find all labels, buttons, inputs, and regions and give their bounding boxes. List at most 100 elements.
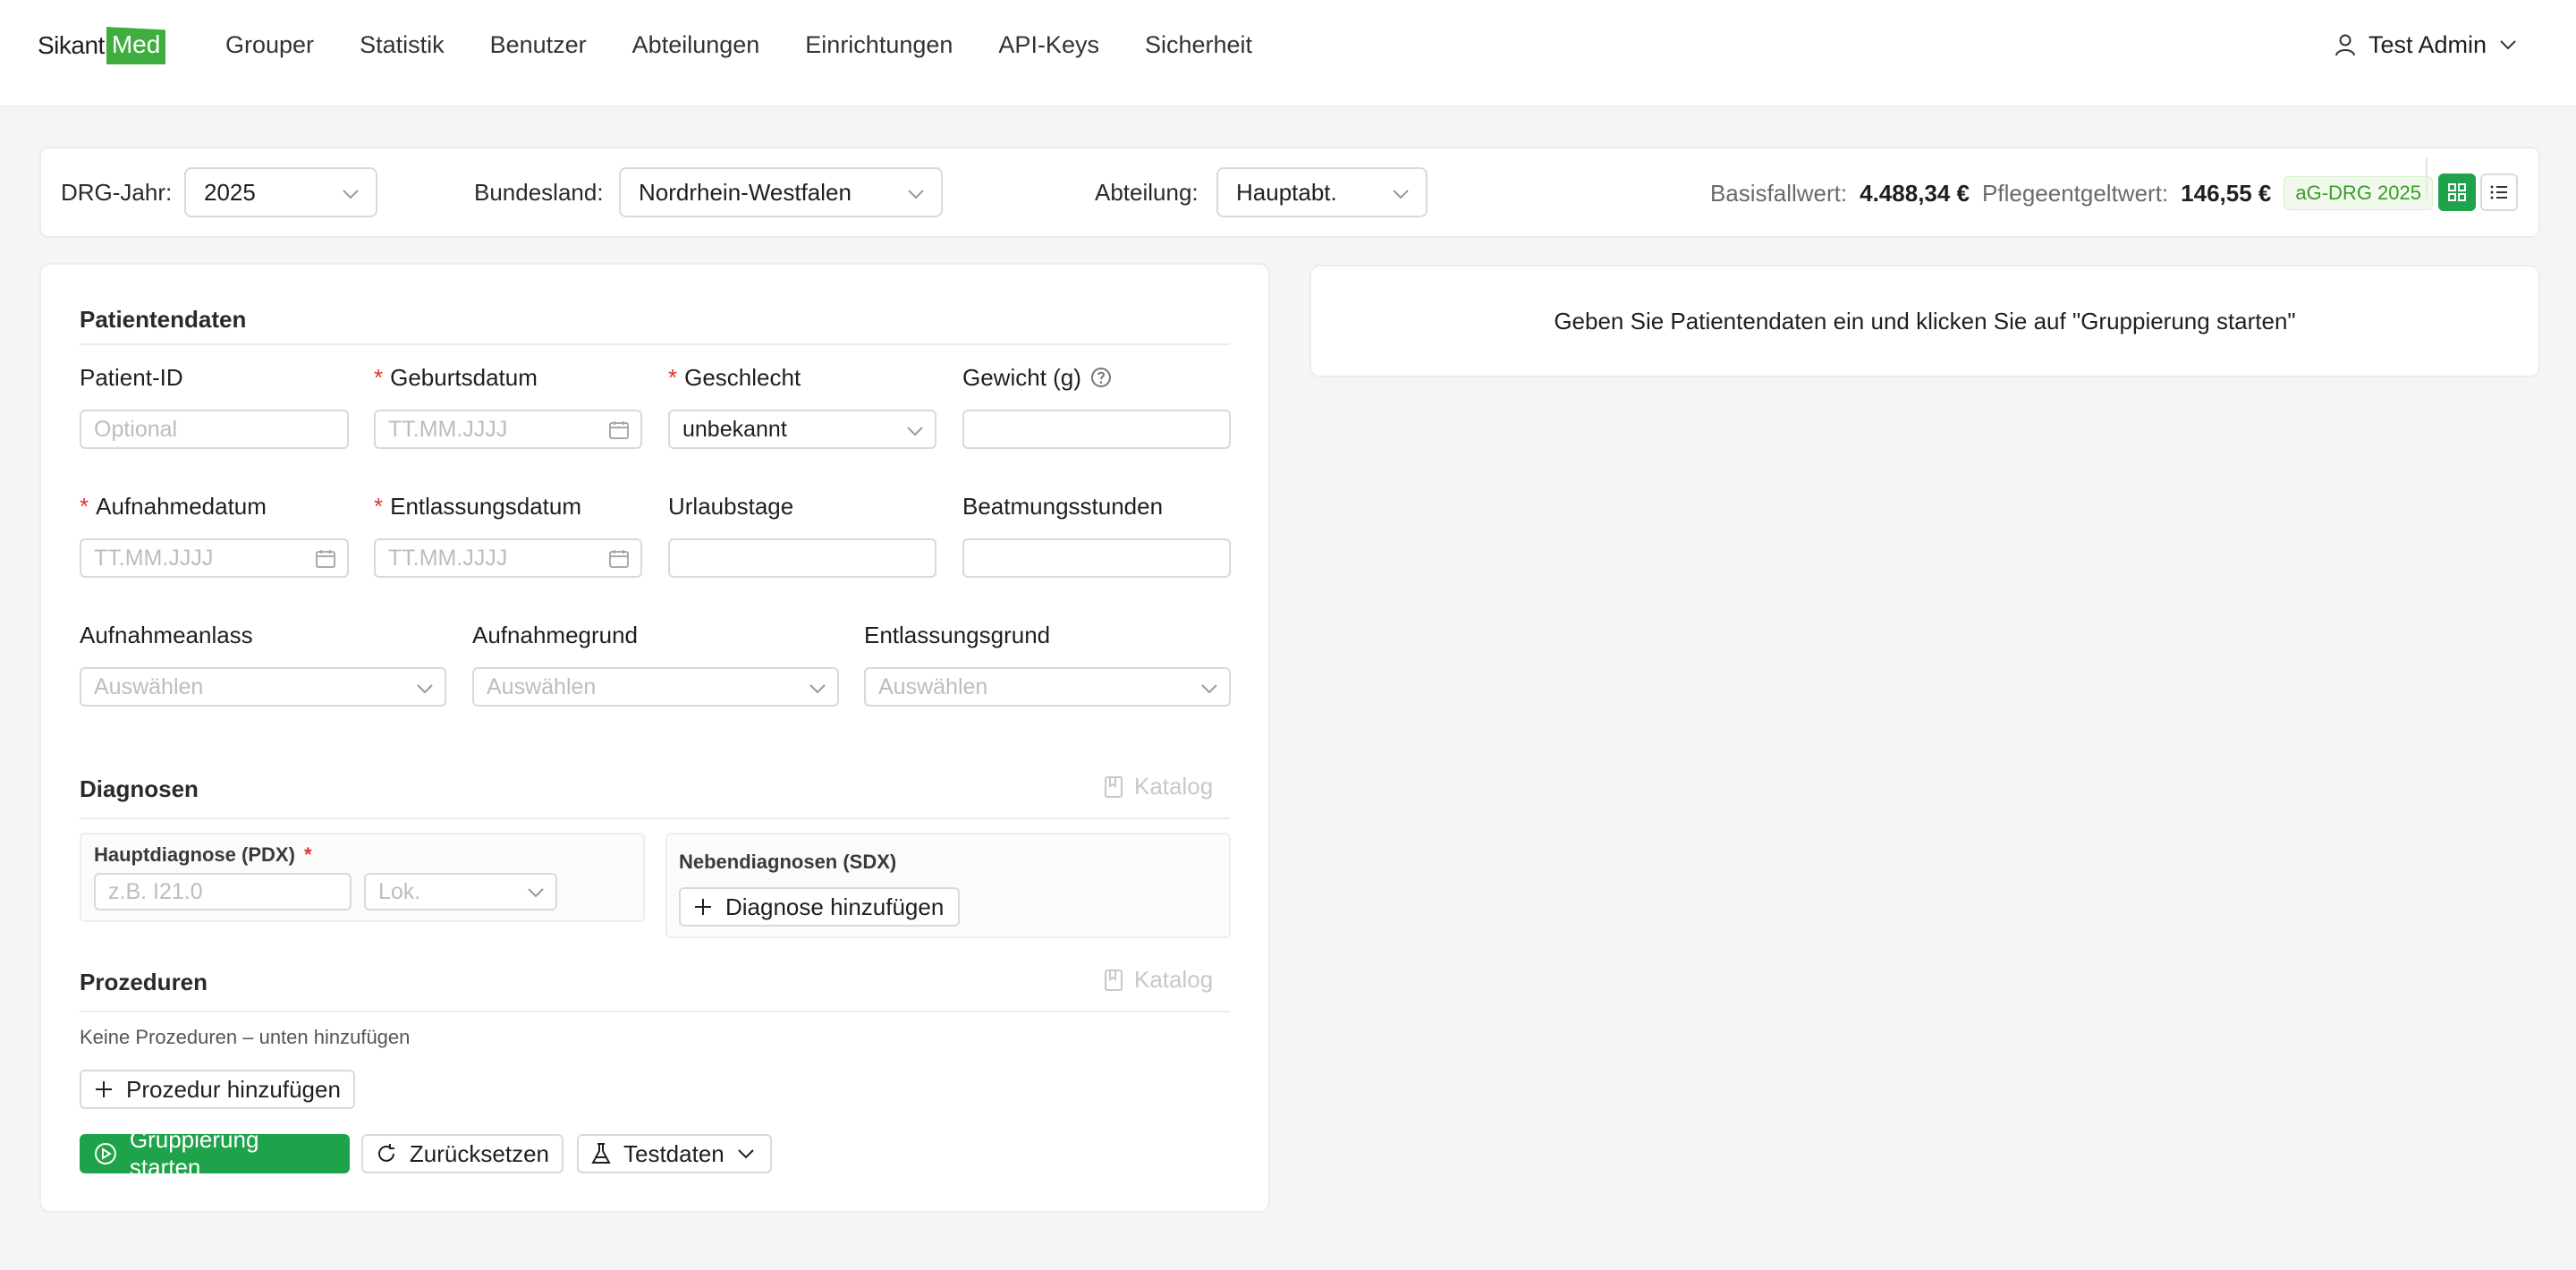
chevron-down-icon: [417, 684, 433, 694]
pdx-input[interactable]: z.B. I21.0: [94, 873, 352, 910]
add-procedure-button[interactable]: Prozedur hinzufügen: [80, 1070, 355, 1109]
localization-select[interactable]: Lok.: [364, 873, 557, 910]
help-circle-icon[interactable]: [1090, 367, 1112, 388]
patient-id-input[interactable]: Optional: [80, 410, 349, 449]
birth-date-input[interactable]: TT.MM.JJJJ: [374, 410, 642, 449]
drg-year-select[interactable]: 2025: [184, 167, 377, 217]
diagnoses-catalog-button[interactable]: Katalog: [1104, 773, 1213, 800]
nav-einrichtungen[interactable]: Einrichtungen: [805, 27, 953, 63]
nav-statistik[interactable]: Statistik: [360, 27, 445, 63]
grid-icon: [2448, 183, 2466, 201]
birth-date-label: * Geburtsdatum: [374, 361, 538, 394]
chevron-down-icon: [343, 190, 359, 199]
nav-sicherheit[interactable]: Sicherheit: [1145, 27, 1252, 63]
toolbar-divider: [2426, 157, 2428, 199]
main-nav: Grouper Statistik Benutzer Abteilungen E…: [225, 27, 1298, 63]
chevron-down-icon: [908, 190, 924, 199]
logo-text-sikant: Sikant: [38, 31, 105, 59]
leave-days-label: Urlaubstage: [668, 493, 794, 520]
procedures-empty-hint: Keine Prozeduren – unten hinzufügen: [80, 1026, 411, 1048]
chevron-down-icon: [2500, 40, 2516, 50]
required-marker: *: [304, 843, 312, 866]
admission-occasion-select[interactable]: Auswählen: [80, 667, 446, 707]
drg-year-value: 2025: [204, 178, 256, 206]
procedures-catalog-label: Katalog: [1134, 966, 1214, 993]
calendar-icon: [316, 550, 335, 568]
state-value: Nordrhein-Westfalen: [639, 178, 852, 206]
add-diagnosis-label: Diagnose hinzufügen: [725, 893, 945, 920]
patient-id-placeholder: Optional: [94, 416, 178, 442]
logo[interactable]: Sikant Med: [38, 23, 166, 68]
testdata-label: Testdaten: [623, 1139, 724, 1167]
user-icon: [2334, 34, 2355, 56]
admission-date-label: * Aufnahmedatum: [80, 490, 267, 522]
calendar-icon: [609, 421, 629, 439]
patient-data-title: Patientendaten: [80, 306, 247, 333]
admission-date-input[interactable]: TT.MM.JJJJ: [80, 538, 349, 578]
admission-reason-select[interactable]: Auswählen: [472, 667, 839, 707]
user-menu[interactable]: Test Admin: [2334, 27, 2517, 63]
required-marker: *: [374, 493, 384, 520]
state-select[interactable]: Nordrhein-Westfalen: [619, 167, 943, 217]
base-rate-value: 4.488,34 €: [1860, 180, 1970, 207]
list-icon: [2490, 185, 2507, 199]
pdx-placeholder: z.B. I21.0: [108, 878, 203, 904]
weight-input[interactable]: [962, 410, 1231, 449]
care-rate-label: Pflegeentgeltwert:: [1982, 180, 2169, 207]
grid-view-button[interactable]: [2438, 174, 2476, 211]
discharge-date-placeholder: TT.MM.JJJJ: [388, 545, 508, 571]
department-select[interactable]: Hauptabt.: [1216, 167, 1428, 217]
discharge-reason-placeholder: Auswählen: [878, 673, 988, 699]
required-marker: *: [80, 493, 89, 520]
chevron-down-icon: [528, 888, 544, 898]
admission-occasion-placeholder: Auswählen: [94, 673, 204, 699]
weight-label-text: Gewicht (g): [962, 364, 1081, 391]
discharge-date-input[interactable]: TT.MM.JJJJ: [374, 538, 642, 578]
localization-placeholder: Lok.: [378, 878, 421, 904]
ventilation-hours-input[interactable]: [962, 538, 1231, 578]
patient-id-label: Patient-ID: [80, 364, 183, 391]
section-divider: [80, 343, 1230, 345]
birth-date-label-text: Geburtsdatum: [390, 364, 538, 391]
nav-benutzer[interactable]: Benutzer: [490, 27, 587, 63]
nav-grouper[interactable]: Grouper: [225, 27, 314, 63]
play-circle-icon: [94, 1143, 116, 1164]
testdata-dropdown-button[interactable]: Testdaten: [577, 1134, 772, 1173]
discharge-date-label: * Entlassungsdatum: [374, 490, 581, 522]
chevron-down-icon: [738, 1149, 754, 1159]
start-grouping-label: Gruppierung starten: [129, 1126, 259, 1181]
flask-icon: [591, 1143, 611, 1164]
birth-date-placeholder: TT.MM.JJJJ: [388, 416, 508, 442]
refresh-icon: [378, 1144, 394, 1162]
plus-icon: [695, 899, 711, 915]
care-rate-value: 146,55 €: [2181, 180, 2272, 207]
admission-date-placeholder: TT.MM.JJJJ: [94, 545, 214, 571]
nav-abteilungen[interactable]: Abteilungen: [632, 27, 760, 63]
sex-select[interactable]: unbekannt: [668, 410, 936, 449]
pdx-label-text: Hauptdiagnose (PDX): [94, 843, 295, 866]
top-header: Sikant Med Grouper Statistik Benutzer Ab…: [0, 0, 2576, 107]
diagnoses-catalog-label: Katalog: [1134, 773, 1214, 800]
chevron-down-icon: [907, 427, 923, 436]
weight-label: Gewicht (g): [962, 361, 1112, 394]
discharge-date-label-text: Entlassungsdatum: [390, 493, 582, 520]
add-diagnosis-button[interactable]: Diagnose hinzufügen: [679, 887, 960, 927]
nav-api-keys[interactable]: API-Keys: [998, 27, 1099, 63]
pdx-label: Hauptdiagnose (PDX) *: [94, 842, 319, 868]
sex-value: unbekannt: [682, 416, 787, 442]
ventilation-hours-label: Beatmungsstunden: [962, 493, 1164, 520]
reset-button[interactable]: Zurücksetzen: [361, 1134, 564, 1173]
procedures-catalog-button[interactable]: Katalog: [1104, 966, 1213, 994]
discharge-reason-select[interactable]: Auswählen: [864, 667, 1231, 707]
admission-reason-placeholder: Auswählen: [487, 673, 597, 699]
section-divider: [80, 1011, 1230, 1012]
discharge-reason-label: Entlassungsgrund: [864, 622, 1051, 648]
list-view-button[interactable]: [2480, 174, 2518, 211]
calendar-icon: [609, 550, 629, 568]
drg-version-badge: aG-DRG 2025: [2284, 176, 2433, 210]
admission-reason-label: Aufnahmegrund: [472, 622, 639, 648]
admission-occasion-label: Aufnahmeanlass: [80, 622, 253, 648]
leave-days-input[interactable]: [668, 538, 936, 578]
department-label: Abteilung:: [1095, 179, 1199, 206]
start-grouping-button[interactable]: Gruppierung starten: [80, 1126, 350, 1181]
